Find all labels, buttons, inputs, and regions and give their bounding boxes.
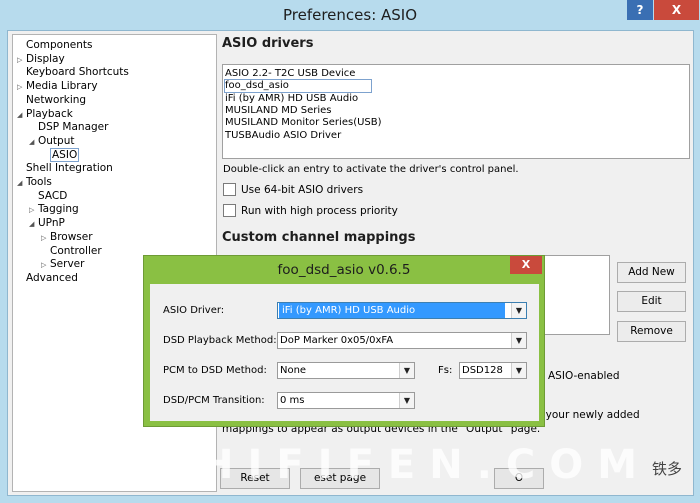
dialog-body: ASIO Driver: iFi (by AMR) HD USB Audio ▼… xyxy=(150,284,539,421)
tree-item-playback[interactable]: ◢ Playback xyxy=(17,108,73,121)
mappings-note-fragment: ASIO-enabled xyxy=(548,370,620,382)
chevron-down-icon: ▼ xyxy=(399,363,414,378)
dsd-playback-select[interactable]: DoP Marker 0x05/0xFA ▼ xyxy=(277,332,527,349)
tree-item-label: Display xyxy=(26,52,65,65)
preferences-window: Preferences: ASIO ? X Components ▷ Display… xyxy=(0,0,700,503)
tree-item-tools[interactable]: ◢ Tools xyxy=(17,176,52,189)
tree-item-label: Components xyxy=(26,39,93,51)
asio-driver-list[interactable]: ASIO 2.2- T2C USB Device foo_dsd_asio iFi … xyxy=(222,64,690,159)
chevron-down-icon: ▼ xyxy=(511,333,526,348)
driver-list-item[interactable]: TUSBAudio ASIO Driver xyxy=(225,130,341,142)
tree-item-label: Keyboard Shortcuts xyxy=(26,66,129,79)
tree-item-shell-integration[interactable]: Shell Integration xyxy=(17,162,113,175)
tree-item-label: Output xyxy=(38,134,75,147)
tree-item-server[interactable]: ▷ Server xyxy=(41,258,84,271)
fs-label: Fs: xyxy=(438,365,453,376)
foo-dsd-asio-dialog: foo_dsd_asio v0.6.5 X ASIO Driver: iFi (… xyxy=(143,255,545,427)
high-priority-label: Run with high process priority xyxy=(241,205,398,217)
transition-value: 0 ms xyxy=(280,395,305,406)
expand-toggle-icon[interactable]: ▷ xyxy=(41,232,50,245)
tree-item-browser[interactable]: ▷ Browser xyxy=(41,231,93,244)
tree-item-label: Browser xyxy=(50,230,93,243)
tree-item-upnp[interactable]: ◢ UPnP xyxy=(29,217,65,230)
close-button[interactable]: X xyxy=(654,0,699,20)
tree-item-label: Networking xyxy=(26,93,87,106)
tree-item-label: Controller xyxy=(50,244,102,257)
pcm-to-dsd-select[interactable]: None ▼ xyxy=(277,362,415,379)
driver-list-item[interactable]: foo_dsd_asio xyxy=(224,79,372,94)
expand-toggle-icon[interactable]: ◢ xyxy=(29,136,38,149)
tree-item-output[interactable]: ◢ Output xyxy=(29,135,74,148)
expand-toggle-icon[interactable]: ▷ xyxy=(29,204,38,217)
tree-item-label: UPnP xyxy=(38,217,65,230)
tree-item-asio[interactable]: ASIO xyxy=(41,147,80,162)
edit-button[interactable]: Edit xyxy=(617,291,686,312)
fs-select[interactable]: DSD128 ▼ xyxy=(459,362,527,379)
mappings-note-fragment-2: r your newly added xyxy=(538,409,640,421)
tree-item-advanced[interactable]: Advanced xyxy=(17,272,78,285)
asio-driver-select[interactable]: iFi (by AMR) HD USB Audio ▼ xyxy=(277,302,527,319)
transition-label: DSD/PCM Transition: xyxy=(163,395,265,406)
tree-item-sacd[interactable]: SACD xyxy=(29,190,67,203)
tree-item-media-library[interactable]: ▷ Media Library xyxy=(17,80,98,93)
tree-item-label: Advanced xyxy=(26,271,78,284)
tree-item-label: Tagging xyxy=(38,203,79,216)
chevron-down-icon: ▼ xyxy=(511,303,526,318)
tree-item-label: Playback xyxy=(26,107,73,120)
tree-item-label: DSP Manager xyxy=(38,121,109,134)
driver-list-item[interactable]: iFi (by AMR) HD USB Audio xyxy=(225,93,358,105)
pcm-to-dsd-label: PCM to DSD Method: xyxy=(163,365,267,376)
tree-item-components[interactable]: Components xyxy=(17,39,92,52)
tree-item-label: ASIO xyxy=(50,147,80,162)
asio-driver-value: iFi (by AMR) HD USB Audio xyxy=(279,303,505,318)
custom-mappings-heading: Custom channel mappings xyxy=(222,230,416,245)
chevron-down-icon: ▼ xyxy=(399,393,414,408)
dsd-playback-label: DSD Playback Method: xyxy=(163,335,277,346)
tree-item-networking[interactable]: Networking xyxy=(17,94,86,107)
fs-value: DSD128 xyxy=(462,365,503,376)
expand-toggle-icon[interactable]: ▷ xyxy=(17,81,26,94)
driver-list-item[interactable]: MUSILAND Monitor Series(USB) xyxy=(225,117,382,129)
tree-item-label: Media Library xyxy=(26,80,98,93)
dialog-close-button[interactable]: X xyxy=(510,256,542,274)
tree-item-label: Server xyxy=(50,258,85,271)
tree-item-label: Tools xyxy=(26,176,52,188)
dsd-playback-value: DoP Marker 0x05/0xFA xyxy=(280,335,394,346)
high-priority-checkbox[interactable] xyxy=(223,204,236,217)
remove-button[interactable]: Remove xyxy=(617,321,686,342)
tree-item-label: SACD xyxy=(38,189,68,202)
tree-item-tagging[interactable]: ▷ Tagging xyxy=(29,203,79,216)
title-bar: Preferences: ASIO ? X xyxy=(0,0,700,30)
watermark-text: HIFIFEN.COM xyxy=(200,442,652,488)
add-new-button[interactable]: Add New xyxy=(617,262,686,283)
chevron-down-icon: ▼ xyxy=(511,363,526,378)
dialog-title: foo_dsd_asio v0.6.5 xyxy=(277,262,411,278)
tree-item-controller[interactable]: Controller xyxy=(41,245,102,258)
pcm-to-dsd-value: None xyxy=(280,365,307,376)
tree-item-keyboard-shortcuts[interactable]: Keyboard Shortcuts xyxy=(17,66,129,79)
expand-toggle-icon[interactable]: ▷ xyxy=(17,54,26,67)
driver-list-item[interactable]: ASIO 2.2- T2C USB Device xyxy=(225,68,355,80)
expand-toggle-icon[interactable]: ▷ xyxy=(41,259,50,272)
asio-driver-label: ASIO Driver: xyxy=(163,305,225,316)
tree-item-label: Shell Integration xyxy=(26,162,113,175)
use-64bit-label: Use 64-bit ASIO drivers xyxy=(241,184,364,196)
watermark-cn-text: 铁多 xyxy=(652,460,683,478)
driver-list-item[interactable]: MUSILAND MD Series xyxy=(225,105,332,117)
help-button[interactable]: ? xyxy=(627,0,653,20)
asio-drivers-heading: ASIO drivers xyxy=(222,36,314,51)
transition-select[interactable]: 0 ms ▼ xyxy=(277,392,415,409)
driver-help-text: Double-click an entry to activate the dr… xyxy=(223,164,519,175)
expand-toggle-icon[interactable]: ◢ xyxy=(29,218,38,231)
expand-toggle-icon[interactable]: ◢ xyxy=(17,177,26,190)
tree-item-dsp-manager[interactable]: DSP Manager xyxy=(29,121,108,134)
use-64bit-checkbox[interactable] xyxy=(223,183,236,196)
window-title: Preferences: ASIO xyxy=(282,6,418,24)
expand-toggle-icon[interactable]: ◢ xyxy=(17,109,26,122)
tree-item-display[interactable]: ▷ Display xyxy=(17,53,65,66)
